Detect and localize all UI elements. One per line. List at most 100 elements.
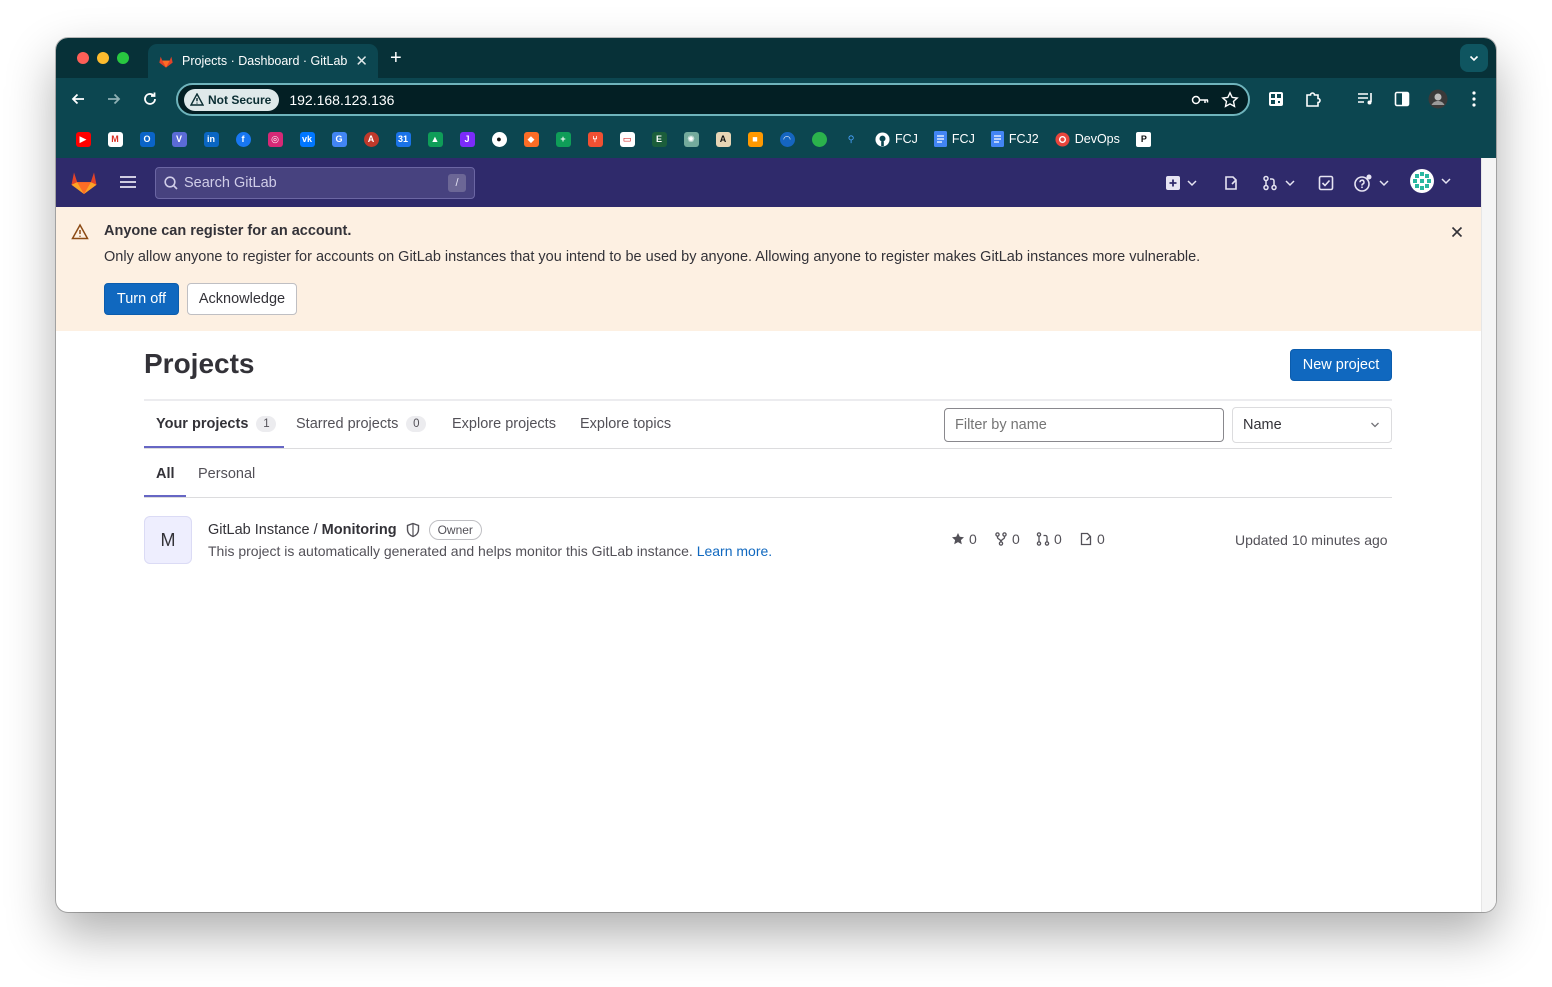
issues-count: 0 bbox=[1097, 531, 1105, 547]
new-project-button[interactable]: New project bbox=[1290, 349, 1392, 381]
bookmark-devops[interactable]: DevOps bbox=[1047, 128, 1128, 150]
stars-count: 0 bbox=[969, 531, 977, 547]
side-panel-icon[interactable] bbox=[1390, 87, 1414, 111]
acknowledge-button[interactable]: Acknowledge bbox=[187, 283, 297, 315]
media-controls-icon[interactable] bbox=[1354, 87, 1378, 111]
bookmark-youtube-icon[interactable]: ▶ bbox=[67, 128, 99, 150]
back-button[interactable] bbox=[66, 88, 90, 110]
window-minimize-button[interactable] bbox=[97, 52, 109, 64]
tab-explore-projects[interactable]: Explore projects bbox=[452, 416, 556, 432]
bookmark-chatgpt-icon[interactable]: ✺ bbox=[675, 128, 707, 150]
extensions-puzzle-icon[interactable] bbox=[1301, 87, 1325, 111]
bookmark-star-icon[interactable] bbox=[1218, 88, 1242, 112]
bookmark-speedtest-icon[interactable]: ◠ bbox=[771, 128, 803, 150]
bookmark-github-icon[interactable]: ● bbox=[483, 128, 515, 150]
browser-tab-active[interactable]: Projects · Dashboard · GitLab ✕ bbox=[148, 44, 378, 78]
security-label: Not Secure bbox=[208, 92, 272, 107]
bookmark-jetbrains-icon[interactable]: J bbox=[451, 128, 483, 150]
project-stars[interactable]: 0 bbox=[951, 531, 977, 547]
bookmark-facebook-icon[interactable]: f bbox=[227, 128, 259, 150]
bookmark-search-icon[interactable]: ⚲ bbox=[835, 128, 867, 150]
turn-off-button[interactable]: Turn off bbox=[104, 283, 179, 315]
qr-extension-icon[interactable] bbox=[1264, 87, 1288, 111]
docs-icon bbox=[933, 131, 947, 147]
bookmark-grammar-icon[interactable]: A bbox=[355, 128, 387, 150]
bookmark-instagram-icon[interactable]: ◎ bbox=[259, 128, 291, 150]
bookmark-anthropic-icon[interactable]: A bbox=[707, 128, 739, 150]
forward-button[interactable] bbox=[102, 88, 126, 110]
todos-button[interactable] bbox=[1318, 172, 1334, 194]
bookmark-translate-icon[interactable]: G bbox=[323, 128, 355, 150]
browser-window: Projects · Dashboard · GitLab ✕ + Not Se… bbox=[56, 38, 1496, 912]
window-close-button[interactable] bbox=[77, 52, 89, 64]
bookmark-git-icon[interactable]: ⑂ bbox=[579, 128, 611, 150]
help-icon bbox=[1354, 174, 1372, 192]
reload-button[interactable] bbox=[138, 88, 162, 110]
project-issues[interactable]: 0 bbox=[1079, 531, 1105, 547]
subtabs-bottom-border bbox=[144, 497, 1392, 498]
help-dropdown[interactable] bbox=[1354, 172, 1392, 194]
close-icon[interactable] bbox=[1448, 223, 1466, 241]
browser-menu-icon[interactable] bbox=[1462, 87, 1486, 111]
bookmark-fcj-github[interactable]: FCJ bbox=[867, 128, 926, 150]
bookmark-gmail-icon[interactable]: M bbox=[99, 128, 131, 150]
search-input[interactable]: Search GitLab / bbox=[155, 167, 475, 199]
bookmark-p-icon[interactable]: P bbox=[1128, 128, 1160, 150]
tab-starred-projects[interactable]: Starred projects 0 bbox=[296, 416, 427, 432]
project-full-name[interactable]: GitLab Instance / Monitoring bbox=[208, 522, 397, 538]
bookmark-feedly-icon[interactable] bbox=[803, 128, 835, 150]
tab-your-projects[interactable]: Your projects 1 bbox=[156, 416, 277, 432]
url-text[interactable]: 192.168.123.136 bbox=[289, 92, 1182, 108]
security-indicator[interactable]: Not Secure bbox=[184, 88, 280, 111]
shield-icon bbox=[406, 522, 419, 538]
tab-close-icon[interactable]: ✕ bbox=[355, 52, 368, 70]
project-avatar[interactable]: M bbox=[144, 516, 192, 564]
bookmark-linkedin-icon[interactable]: in bbox=[195, 128, 227, 150]
gitlab-logo-icon[interactable] bbox=[70, 169, 98, 195]
window-zoom-button[interactable] bbox=[117, 52, 129, 64]
search-placeholder: Search GitLab bbox=[184, 175, 277, 191]
password-key-icon[interactable] bbox=[1188, 88, 1212, 112]
gitlab-favicon-icon bbox=[159, 56, 173, 68]
address-bar[interactable]: Not Secure 192.168.123.136 bbox=[176, 83, 1250, 116]
page-scrollbar[interactable] bbox=[1481, 158, 1496, 912]
issues-icon bbox=[1225, 176, 1237, 190]
subtab-personal[interactable]: Personal bbox=[198, 466, 255, 482]
bookmark-label: FCJ2 bbox=[1008, 132, 1039, 146]
bookmark-shield-icon[interactable]: V bbox=[163, 128, 195, 150]
profile-avatar-icon[interactable] bbox=[1426, 87, 1450, 111]
tab-search-button[interactable] bbox=[1460, 44, 1488, 72]
chevron-down-icon bbox=[1285, 180, 1295, 187]
sort-dropdown[interactable]: Name bbox=[1232, 407, 1392, 443]
bookmark-evernote-icon[interactable]: E bbox=[643, 128, 675, 150]
bookmark-aws-icon[interactable]: ■ bbox=[739, 128, 771, 150]
bookmark-fcj-docs[interactable]: FCJ bbox=[926, 128, 983, 150]
project-merge-requests[interactable]: 0 bbox=[1036, 531, 1062, 547]
project-description: This project is automatically generated … bbox=[208, 543, 772, 559]
tab-explore-topics[interactable]: Explore topics bbox=[580, 416, 671, 432]
project-title-link[interactable]: GitLab Instance / Monitoring Owner bbox=[208, 520, 482, 540]
merge-request-icon bbox=[1263, 175, 1277, 191]
hamburger-menu-icon[interactable] bbox=[119, 173, 137, 191]
bookmark-slides-icon[interactable]: ▭ bbox=[611, 128, 643, 150]
star-icon bbox=[952, 533, 964, 545]
issues-button[interactable] bbox=[1223, 172, 1239, 194]
bookmark-drive-icon[interactable]: ▲ bbox=[419, 128, 451, 150]
bookmark-outlook-icon[interactable]: O bbox=[131, 128, 163, 150]
subtab-all[interactable]: All bbox=[156, 466, 175, 482]
bookmark-calendar-icon[interactable]: 31 bbox=[387, 128, 419, 150]
merge-requests-dropdown[interactable] bbox=[1262, 172, 1298, 194]
filter-by-name-input[interactable] bbox=[944, 408, 1224, 442]
bookmark-gitlab-icon[interactable]: ◆ bbox=[515, 128, 547, 150]
bookmark-vk-icon[interactable]: vk bbox=[291, 128, 323, 150]
learn-more-link[interactable]: Learn more. bbox=[697, 543, 772, 559]
registration-warning-alert: Anyone can register for an account. Only… bbox=[56, 207, 1481, 331]
page-title: Projects bbox=[144, 348, 255, 379]
bookmark-fcj2-docs[interactable]: FCJ2 bbox=[983, 128, 1047, 150]
bookmark-sheets-icon[interactable]: + bbox=[547, 128, 579, 150]
project-forks[interactable]: 0 bbox=[994, 531, 1020, 547]
user-menu-dropdown[interactable] bbox=[1410, 169, 1454, 193]
browser-tab-title: Projects · Dashboard · GitLab bbox=[182, 54, 348, 68]
create-new-dropdown[interactable] bbox=[1166, 172, 1200, 194]
new-tab-button[interactable]: + bbox=[390, 46, 402, 70]
